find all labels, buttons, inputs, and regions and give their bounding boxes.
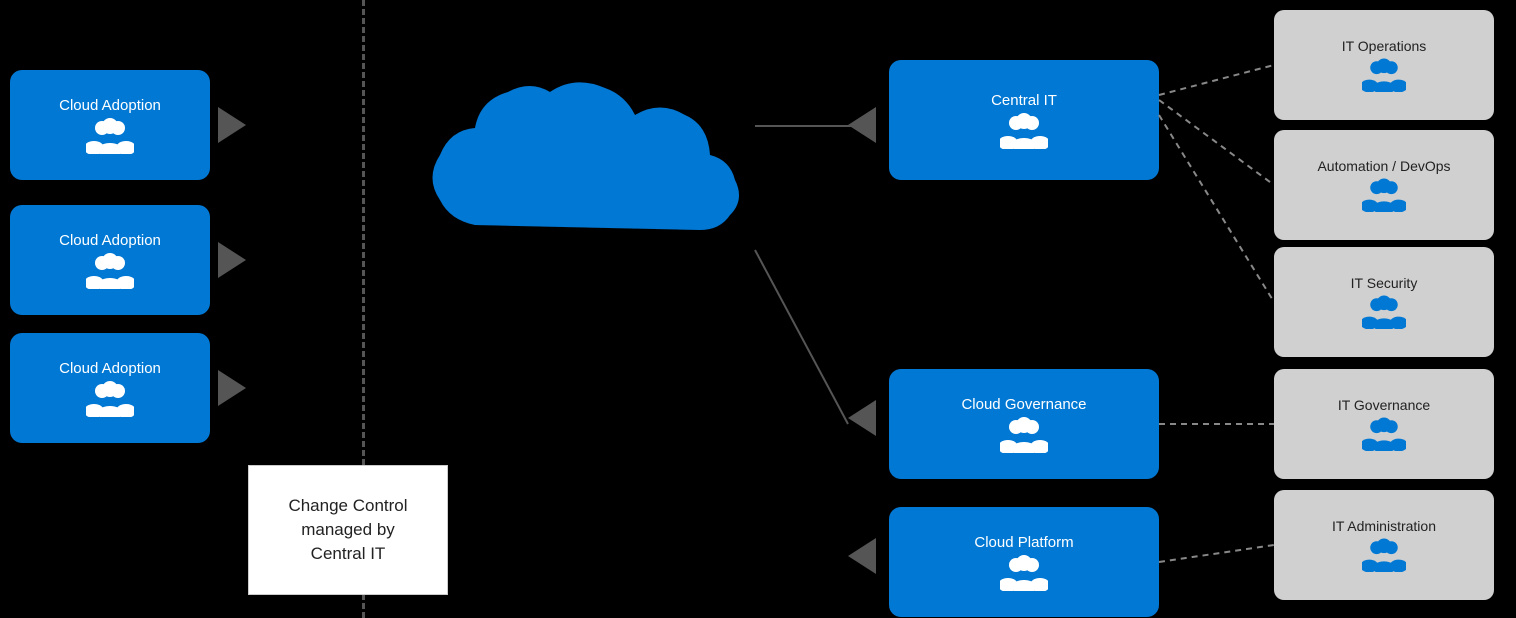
arrow-to-platform [848, 538, 876, 574]
h-line-cloud-central [755, 125, 855, 127]
arrow-adoption-1 [218, 107, 246, 143]
cloud-adoption-2-label: Cloud Adoption [59, 232, 161, 249]
cloud-governance-label: Cloud Governance [961, 396, 1086, 413]
cloud-adoption-1-icon [86, 118, 134, 154]
cloud-platform-icon [1000, 555, 1048, 591]
central-it-label: Central IT [991, 92, 1057, 109]
cloud-icon [390, 30, 770, 345]
diagram: Cloud Adoption Cloud Adoption Cloud Adop… [0, 0, 1516, 618]
central-it-box: Central IT [889, 60, 1159, 180]
it-operations-icon [1362, 58, 1406, 92]
cloud-adoption-2-icon [86, 253, 134, 289]
change-control-box: Change Control managed by Central IT [248, 465, 448, 595]
it-security-label: IT Security [1351, 275, 1418, 291]
it-operations-label: IT Operations [1342, 38, 1427, 54]
cloud-adoption-box-1: Cloud Adoption [10, 70, 210, 180]
it-security-icon [1362, 295, 1406, 329]
cloud-adoption-3-label: Cloud Adoption [59, 360, 161, 377]
it-administration-box: IT Administration [1274, 490, 1494, 600]
arrow-to-central-it [848, 107, 876, 143]
cloud-adoption-3-icon [86, 381, 134, 417]
it-administration-label: IT Administration [1332, 518, 1436, 534]
cloud-governance-icon [1000, 417, 1048, 453]
change-control-text: Change Control managed by Central IT [288, 494, 407, 565]
it-governance-icon [1362, 417, 1406, 451]
cloud-platform-box: Cloud Platform [889, 507, 1159, 617]
cloud-adoption-box-3: Cloud Adoption [10, 333, 210, 443]
cloud-platform-label: Cloud Platform [974, 534, 1073, 551]
it-operations-box: IT Operations [1274, 10, 1494, 120]
automation-devops-box: Automation / DevOps [1274, 130, 1494, 240]
it-governance-label: IT Governance [1338, 397, 1430, 413]
central-it-icon [1000, 113, 1048, 149]
cloud-adoption-1-label: Cloud Adoption [59, 97, 161, 114]
cloud-governance-box: Cloud Governance [889, 369, 1159, 479]
automation-devops-label: Automation / DevOps [1317, 158, 1450, 174]
it-administration-icon [1362, 538, 1406, 572]
arrow-to-governance [848, 400, 876, 436]
arrow-adoption-2 [218, 242, 246, 278]
it-governance-box: IT Governance [1274, 369, 1494, 479]
automation-devops-icon [1362, 178, 1406, 212]
it-security-box: IT Security [1274, 247, 1494, 357]
arrow-adoption-3 [218, 370, 246, 406]
cloud-adoption-box-2: Cloud Adoption [10, 205, 210, 315]
